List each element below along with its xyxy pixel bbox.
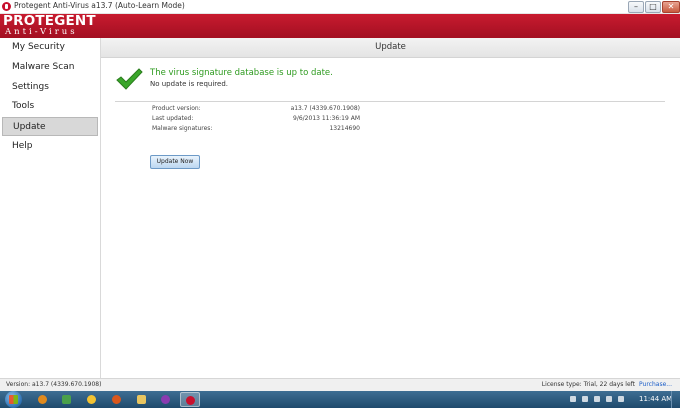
logo-subtitle: Anti-Virus — [5, 27, 78, 37]
sidebar-item-update[interactable]: Update — [2, 117, 98, 136]
last-updated-value: 9/6/2013 11:36:19 AM — [293, 115, 360, 122]
status-message: The virus signature database is up to da… — [150, 68, 333, 78]
tray-arrow-icon[interactable] — [582, 396, 588, 402]
brand-header: PROTEGENT Anti-Virus — [0, 13, 680, 38]
purchase-link[interactable]: Purchase... — [639, 381, 672, 388]
protegent-taskbar-icon[interactable] — [180, 392, 200, 407]
divider — [115, 101, 665, 102]
sidebar-item-settings[interactable]: Settings — [2, 78, 98, 97]
sidebar-item-help[interactable]: Help — [2, 137, 98, 156]
product-version-label: Product version: — [152, 105, 201, 112]
malware-signatures-value: 13214690 — [329, 125, 360, 132]
tray-battery-icon[interactable] — [618, 396, 624, 402]
media-player-icon[interactable] — [33, 392, 53, 407]
checkmark-icon — [116, 68, 143, 90]
main-panel: Update The virus signature database is u… — [101, 38, 680, 378]
folder-icon[interactable] — [132, 392, 152, 407]
product-version-value: a13.7 (4339.670.1908) — [290, 105, 360, 112]
system-tray — [570, 396, 630, 403]
close-button[interactable]: ✕ — [662, 1, 680, 13]
smiley-icon[interactable] — [82, 392, 102, 407]
show-desktop-button[interactable] — [671, 391, 680, 408]
update-now-button[interactable]: Update Now — [150, 155, 200, 169]
recycle-icon[interactable] — [57, 392, 77, 407]
window-title: Protegent Anti-Virus a13.7 (Auto-Learn M… — [14, 1, 185, 10]
protegent-app-icon — [2, 2, 11, 11]
tray-volume-icon[interactable] — [606, 396, 612, 402]
status-bar: Version: a13.7 (4339.670.1908) License t… — [0, 378, 680, 391]
tray-network-icon[interactable] — [594, 396, 600, 402]
license-text: License type: Trial, 22 days left — [541, 381, 635, 388]
start-button[interactable] — [5, 391, 22, 408]
sidebar-item-my-security[interactable]: My Security — [2, 38, 98, 57]
sidebar-item-malware-scan[interactable]: Malware Scan — [2, 58, 98, 77]
sidebar-item-tools[interactable]: Tools — [2, 97, 98, 116]
last-updated-label: Last updated: — [152, 115, 194, 122]
window-title-bar: Protegent Anti-Virus a13.7 (Auto-Learn M… — [0, 0, 680, 14]
minimize-button[interactable]: – — [628, 1, 644, 13]
version-text: Version: a13.7 (4339.670.1908) — [6, 381, 102, 388]
status-detail: No update is required. — [150, 80, 229, 88]
firefox-icon[interactable] — [107, 392, 127, 407]
sidebar: My Security Malware Scan Settings Tools … — [0, 38, 101, 378]
malware-signatures-label: Malware signatures: — [152, 125, 213, 132]
page-title: Update — [101, 38, 680, 58]
purple-app-icon[interactable] — [156, 392, 176, 407]
tray-flag-icon[interactable] — [570, 396, 576, 402]
clock[interactable]: 11:44 AM — [639, 395, 672, 403]
taskbar: 11:44 AM — [0, 391, 680, 408]
maximize-button[interactable]: □ — [645, 1, 661, 13]
